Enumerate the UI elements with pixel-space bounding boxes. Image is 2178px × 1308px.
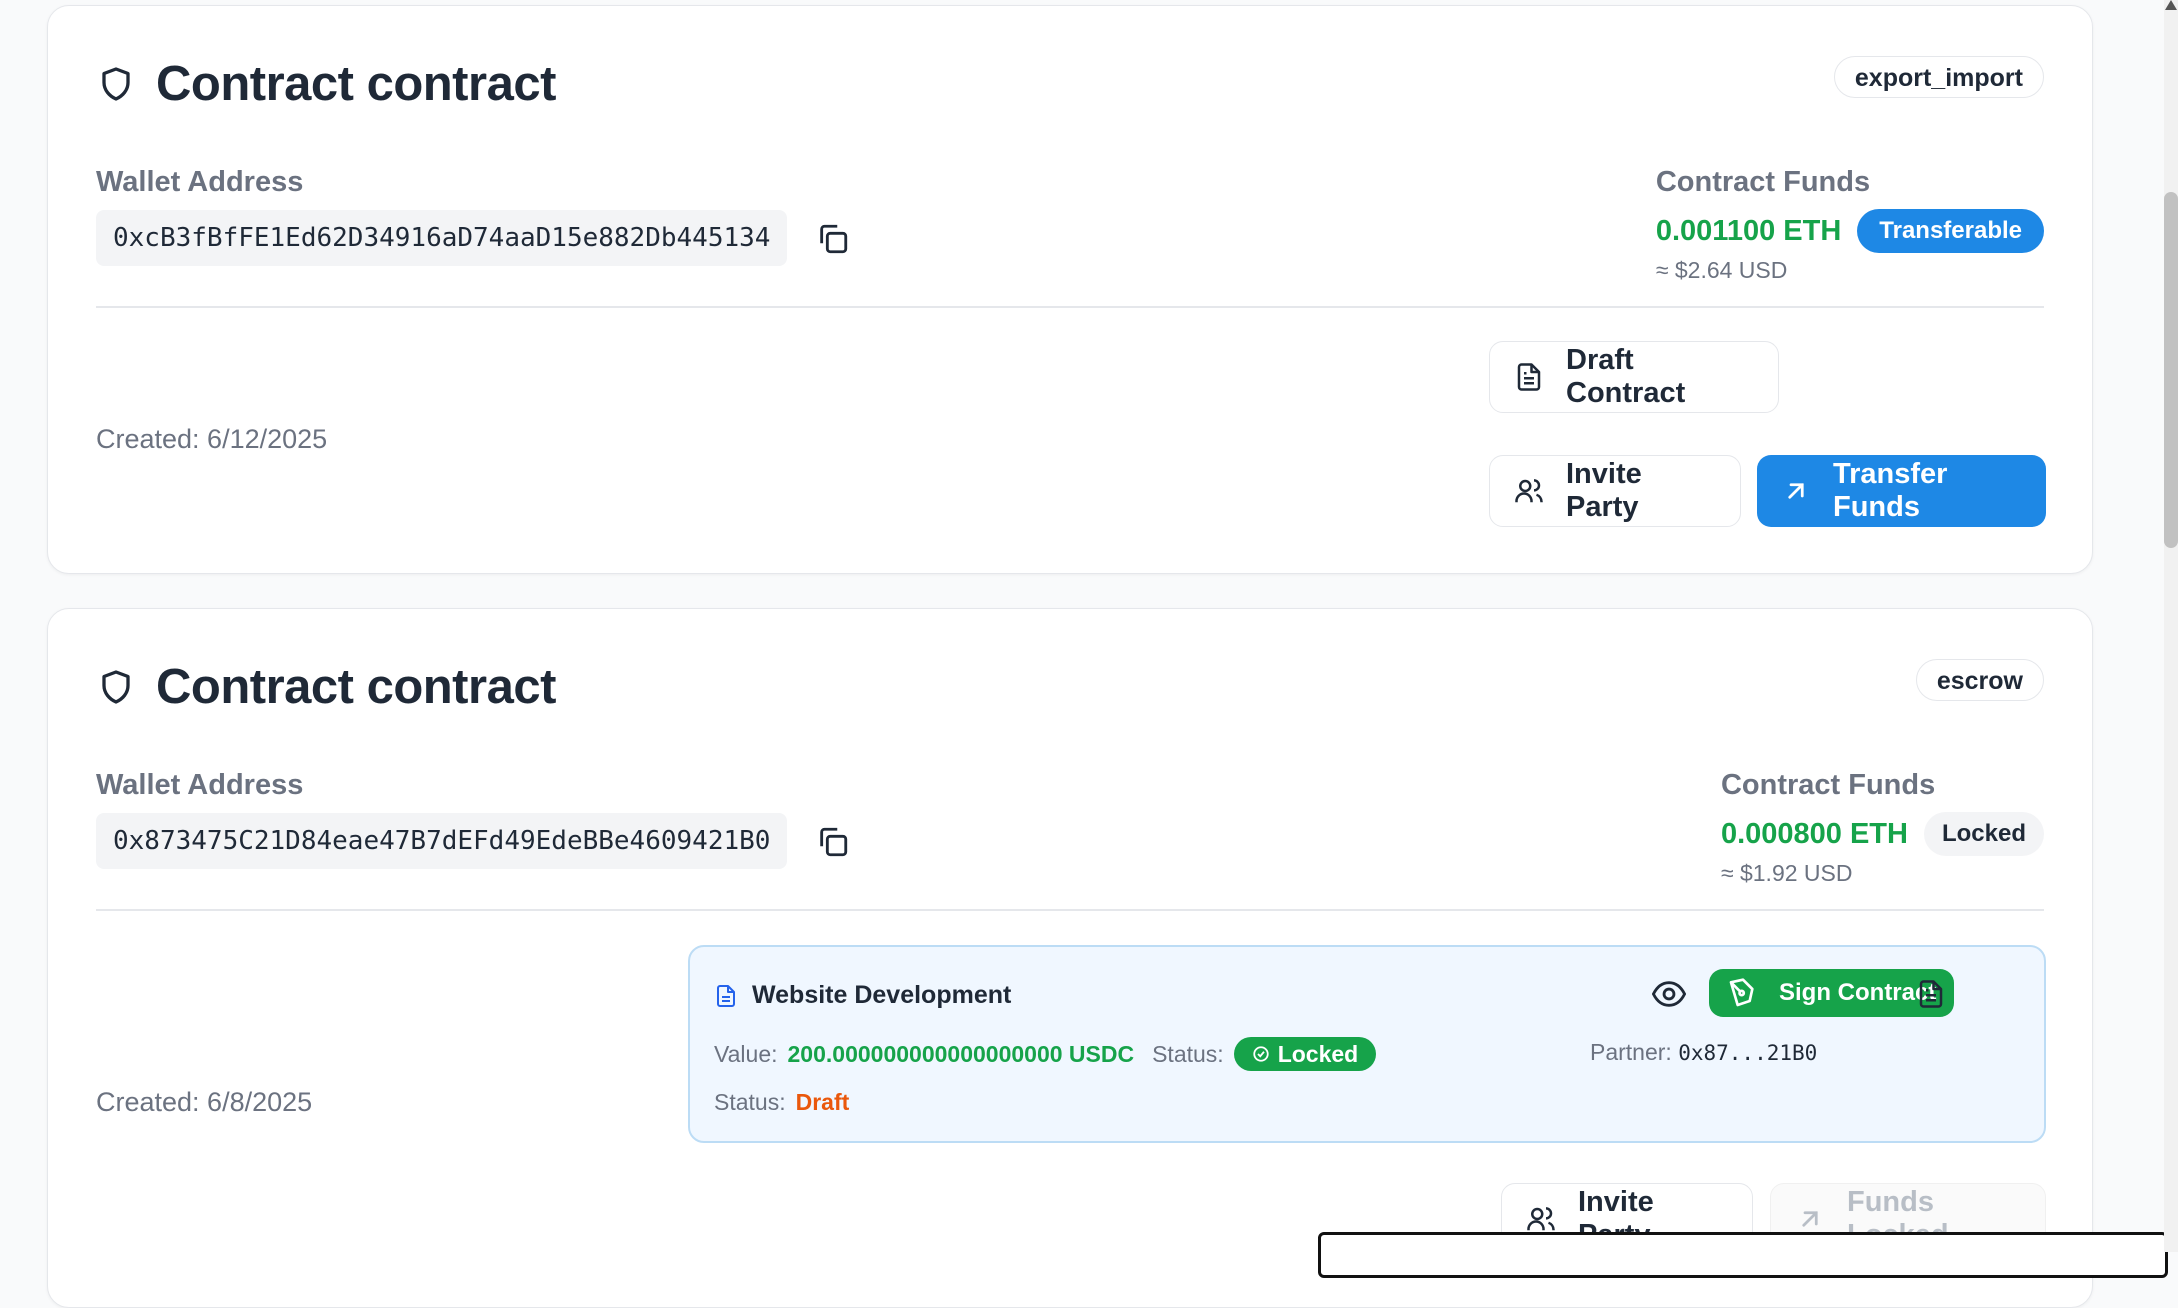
- shield-icon: [102, 670, 130, 704]
- funds-status-badge: Transferable: [1857, 209, 2044, 253]
- contract-header: Contract contract: [98, 659, 556, 715]
- signature-pen-icon: [1729, 978, 1754, 1007]
- created-date: Created: 6/12/2025: [96, 424, 328, 454]
- transfer-funds-button[interactable]: Transfer Funds: [1757, 455, 2046, 527]
- invite-party-label: Invite Party: [1566, 458, 1642, 523]
- overlay-panel: [1318, 1232, 2168, 1278]
- contract-card: Contract contract export_import Wallet A…: [47, 5, 2093, 574]
- divider: [96, 909, 2044, 911]
- sign-contract-label: Sign Contract: [1779, 979, 1937, 1006]
- file-text-icon: [717, 984, 735, 1007]
- funds-label: Contract Funds: [1720, 769, 1936, 801]
- created-date: Created: 6/8/2025: [96, 1087, 313, 1117]
- shield-icon: [102, 67, 130, 101]
- funds-eth: 0.000800 ETH: [1720, 817, 1908, 850]
- funds-status-badge: Locked: [1923, 812, 2044, 856]
- users-icon: [1515, 479, 1543, 503]
- scroll-up-arrow-icon[interactable]: [2165, 0, 2177, 10]
- wallet-address: 0xcB3fBfFE1Ed62D34916aD74aaD15e882Db4451…: [96, 210, 788, 266]
- funds-label: Contract Funds: [1655, 166, 1871, 198]
- partner-label: Partner:: [1590, 1039, 1672, 1065]
- value-amount: 200.000000000000000000 USDC: [787, 1040, 1135, 1067]
- status-label: Status:: [1152, 1040, 1224, 1067]
- arrow-up-right-icon: [1788, 483, 1804, 499]
- status-draft: Draft: [795, 1089, 850, 1115]
- wallet-label: Wallet Address: [96, 769, 304, 801]
- contract-type-badge: export_import: [1833, 56, 2044, 98]
- status-locked-label: Locked: [1277, 1041, 1359, 1067]
- sub-contract-header: Website Development: [714, 981, 1011, 1010]
- eye-icon[interactable]: [1652, 977, 1686, 1011]
- contract-funds: Contract Funds 0.000800 ETH Locked ≈ $1.…: [1721, 769, 2044, 887]
- value-label: Value:: [714, 1040, 778, 1067]
- funds-usd: ≈ $1.92 USD: [1720, 860, 1853, 886]
- copy-icon: [820, 827, 848, 857]
- wallet-address: 0x873475C21D84eae47B7dEFd49EdeBBe4609421…: [96, 813, 788, 869]
- divider: [96, 306, 2044, 308]
- funds-usd: ≈ $2.64 USD: [1655, 257, 1788, 283]
- contract-title: Contract contract: [156, 57, 556, 111]
- funds-eth: 0.001100 ETH: [1655, 214, 1842, 247]
- contract-card: Contract contract escrow Wallet Address …: [47, 608, 2093, 1308]
- sub-contract-title: Website Development: [752, 981, 1012, 1009]
- contract-type-badge: escrow: [1915, 659, 2044, 701]
- draft-contract-label: Draft Contract: [1566, 344, 1686, 409]
- copy-icon: [820, 224, 848, 254]
- arrow-up-right-icon: [1802, 1211, 1818, 1227]
- document-icon: [1517, 363, 1541, 391]
- sub-contract-card: Website Development Sign Contract Value:…: [688, 945, 2046, 1143]
- partner-address: 0x87...21B0: [1678, 1041, 1818, 1065]
- contract-header: Contract contract: [98, 56, 556, 112]
- wallet-label: Wallet Address: [96, 166, 304, 198]
- status-locked-badge: Locked: [1233, 1037, 1377, 1071]
- status-label: Status:: [714, 1089, 786, 1115]
- copy-button[interactable]: [813, 822, 853, 862]
- scrollbar-thumb[interactable]: [2164, 192, 2178, 548]
- scrollbar[interactable]: [2164, 0, 2178, 1252]
- sub-contract-details: Value: 200.000000000000000000 USDC Statu…: [714, 1037, 1377, 1071]
- copy-button[interactable]: [813, 219, 853, 259]
- transfer-funds-label: Transfer Funds: [1833, 458, 1948, 523]
- sub-contract-status: Status: Draft: [714, 1089, 849, 1116]
- draft-contract-button[interactable]: Draft Contract: [1489, 341, 1779, 413]
- document-icon[interactable]: [1916, 977, 1946, 1011]
- partner: Partner: 0x87...21B0: [1590, 1039, 1817, 1066]
- invite-party-button[interactable]: Invite Party: [1489, 455, 1741, 527]
- contract-funds: Contract Funds 0.001100 ETH Transferable…: [1656, 166, 2044, 284]
- contract-title: Contract contract: [156, 660, 556, 714]
- users-icon: [1527, 1207, 1555, 1231]
- check-circle-icon: [1253, 1046, 1269, 1062]
